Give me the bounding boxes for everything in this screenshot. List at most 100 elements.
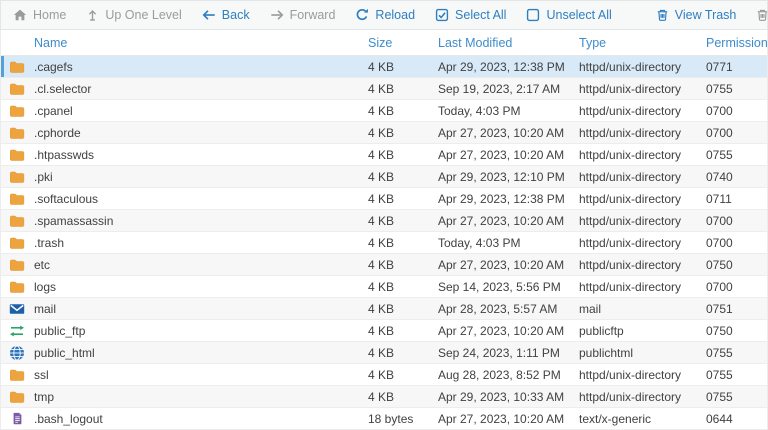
file-name[interactable]: .spamassassin — [34, 214, 113, 228]
file-modified: Apr 29, 2023, 12:10 PM — [438, 170, 579, 184]
file-type: mail — [579, 302, 706, 316]
toolbar: Home Up One Level Back Forward Reload Select … — [0, 0, 768, 30]
file-size: 4 KB — [368, 302, 438, 316]
file-size: 4 KB — [368, 82, 438, 96]
folder-icon — [9, 257, 25, 273]
file-name[interactable]: .cpanel — [34, 104, 73, 118]
table-row[interactable]: .cpanel4 KBToday, 4:03 PMhttpd/unix-dire… — [1, 100, 767, 122]
file-name[interactable]: ssl — [34, 368, 49, 382]
file-name-cell: .htpasswds — [1, 147, 368, 163]
toolbar-button-select-all[interactable]: Select All — [435, 8, 506, 22]
file-permissions: 0750 — [706, 324, 767, 338]
file-name-cell: etc — [1, 257, 368, 273]
table-row[interactable]: ssl4 KBAug 28, 2023, 8:52 PMhttpd/unix-d… — [1, 364, 767, 386]
table-row[interactable]: .softaculous4 KBApr 29, 2023, 12:38 PMht… — [1, 188, 767, 210]
folder-icon — [9, 59, 25, 75]
file-modified: Apr 27, 2023, 10:20 AM — [438, 214, 579, 228]
column-header-permissions[interactable]: Permissions — [706, 36, 767, 50]
table-row[interactable]: public_html4 KBSep 24, 2023, 1:11 PMpubl… — [1, 342, 767, 364]
column-header-size[interactable]: Size — [368, 36, 438, 50]
table-header: Name Size Last Modified Type Permissions — [1, 30, 767, 56]
file-type: httpd/unix-directory — [579, 390, 706, 404]
toolbar-button-up-one-level[interactable]: Up One Level — [86, 8, 181, 22]
file-type: httpd/unix-directory — [579, 148, 706, 162]
file-size: 4 KB — [368, 192, 438, 206]
folder-icon — [9, 191, 25, 207]
table-row[interactable]: .htpasswds4 KBApr 27, 2023, 10:20 AMhttp… — [1, 144, 767, 166]
file-modified: Apr 27, 2023, 10:20 AM — [438, 258, 579, 272]
table-row[interactable]: logs4 KBSep 14, 2023, 5:56 PMhttpd/unix-… — [1, 276, 767, 298]
file-name-cell: tmp — [1, 389, 368, 405]
file-name-cell: .cl.selector — [1, 81, 368, 97]
file-name-cell: mail — [1, 301, 368, 317]
toolbar-button-back[interactable]: Back — [202, 8, 250, 22]
toolbar-button-forward[interactable]: Forward — [270, 8, 336, 22]
mail-icon — [9, 301, 25, 317]
file-type: httpd/unix-directory — [579, 192, 706, 206]
toolbar-button-label: Back — [222, 8, 250, 22]
file-permissions: 0755 — [706, 390, 767, 404]
table-row[interactable]: .cagefs4 KBApr 29, 2023, 12:38 PMhttpd/u… — [1, 56, 767, 78]
table-row[interactable]: .cl.selector4 KBSep 19, 2023, 2:17 AMhtt… — [1, 78, 767, 100]
file-size: 18 bytes — [368, 412, 438, 426]
trash-icon — [756, 8, 768, 22]
file-type: publichtml — [579, 346, 706, 360]
file-modified: Today, 4:03 PM — [438, 236, 579, 250]
file-name[interactable]: .pki — [34, 170, 53, 184]
table-row[interactable]: .pki4 KBApr 29, 2023, 12:10 PMhttpd/unix… — [1, 166, 767, 188]
folder-icon — [9, 169, 25, 185]
file-modified: Apr 29, 2023, 10:33 AM — [438, 390, 579, 404]
file-name[interactable]: .cphorde — [34, 126, 81, 140]
file-name[interactable]: .bash_logout — [34, 412, 103, 426]
toolbar-button-view-trash[interactable]: View Trash — [656, 8, 737, 22]
file-type: httpd/unix-directory — [579, 104, 706, 118]
file-name[interactable]: mail — [34, 302, 56, 316]
table-row[interactable]: tmp 4 KBApr 29, 2023, 10:33 AMhttpd/unix-… — [1, 386, 767, 408]
up-one-level-icon — [86, 9, 99, 22]
toolbar-button-reload[interactable]: Reload — [355, 8, 415, 22]
file-size: 4 KB — [368, 368, 438, 382]
file-name[interactable]: .trash — [34, 236, 64, 250]
table-row[interactable]: .cphorde4 KBApr 27, 2023, 10:20 AMhttpd/… — [1, 122, 767, 144]
reload-icon — [355, 8, 369, 22]
file-name[interactable]: .htpasswds — [34, 148, 94, 162]
table-row[interactable]: public_ftp4 KBApr 27, 2023, 10:20 AMpubl… — [1, 320, 767, 342]
file-size: 4 KB — [368, 104, 438, 118]
toolbar-button-unselect-all[interactable]: Unselect All — [526, 8, 611, 22]
toolbar-button-label: View Trash — [675, 8, 737, 22]
table-row[interactable]: etc4 KBApr 27, 2023, 10:20 AMhttpd/unix-… — [1, 254, 767, 276]
column-header-type[interactable]: Type — [579, 36, 706, 50]
table-row[interactable]: .spamassassin4 KBApr 27, 2023, 10:20 AMh… — [1, 210, 767, 232]
file-modified: Sep 24, 2023, 1:11 PM — [438, 346, 579, 360]
file-permissions: 0700 — [706, 280, 767, 294]
folder-icon — [9, 279, 25, 295]
file-name[interactable]: .cagefs — [34, 60, 73, 74]
file-name-cell: .softaculous — [1, 191, 368, 207]
file-name-cell: .cphorde — [1, 125, 368, 141]
checkbox-empty-icon — [526, 8, 540, 22]
file-name[interactable]: etc — [34, 258, 50, 272]
file-name[interactable]: public_html — [34, 346, 95, 360]
file-name[interactable]: .softaculous — [34, 192, 98, 206]
column-header-name[interactable]: Name — [1, 36, 368, 50]
file-name[interactable]: logs — [34, 280, 56, 294]
home-icon — [13, 8, 27, 22]
table-row[interactable]: .trash4 KBToday, 4:03 PMhttpd/unix-direc… — [1, 232, 767, 254]
toolbar-button-empty-trash[interactable]: Empty Trash — [756, 8, 768, 22]
file-permissions: 0771 — [706, 60, 767, 74]
file-name[interactable]: public_ftp — [34, 324, 85, 338]
table-row[interactable]: .bash_logout18 bytesApr 27, 2023, 10:20 … — [1, 408, 767, 430]
toolbar-button-home[interactable]: Home — [13, 8, 66, 22]
file-manager-table: Name Size Last Modified Type Permissions… — [0, 30, 768, 430]
file-permissions: 0711 — [706, 192, 767, 206]
file-size: 4 KB — [368, 258, 438, 272]
table-row[interactable]: mail4 KBApr 28, 2023, 5:57 AMmail0751 — [1, 298, 767, 320]
file-name-cell: logs — [1, 279, 368, 295]
file-type: httpd/unix-directory — [579, 368, 706, 382]
file-name[interactable]: .cl.selector — [34, 82, 91, 96]
file-name[interactable]: tmp — [34, 390, 54, 404]
checkbox-checked-icon — [435, 8, 449, 22]
file-size: 4 KB — [368, 390, 438, 404]
column-header-modified[interactable]: Last Modified — [438, 36, 579, 50]
folder-icon — [9, 367, 25, 383]
